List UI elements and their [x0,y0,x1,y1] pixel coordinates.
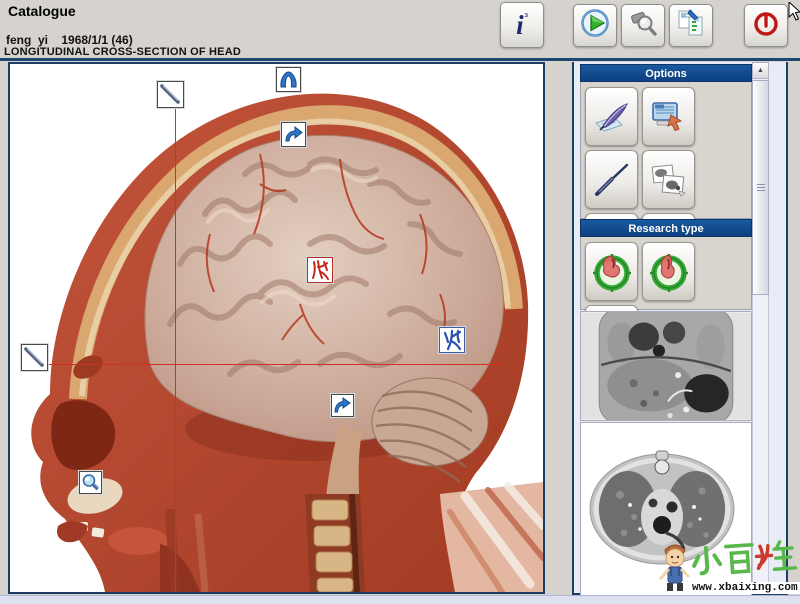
export-button[interactable] [642,87,695,146]
records-button[interactable] [669,4,713,47]
mouse-cursor [788,2,800,22]
monitor-arrow-icon [649,97,689,137]
watermark-url: www.xbaixing.com [690,582,800,594]
notes-button[interactable] [585,87,638,146]
arc-rotate-marker[interactable] [276,67,301,92]
curve-arrow-right-marker[interactable] [281,122,306,147]
options-panel-header: Options [580,64,752,82]
veins-marker[interactable] [439,327,465,353]
scrollbar-up-button[interactable]: ▲ [752,62,769,79]
anatomy-viewer[interactable] [8,62,545,594]
exit-button[interactable] [744,4,788,47]
tools-search-button[interactable] [621,4,665,47]
catalogue-window: Catalogue feng yi 1968/1/1 (46) LONGITUD… [0,0,800,604]
quill-paper-icon [592,97,632,137]
page-title: Catalogue [8,3,76,19]
xiaobaixing-logo-text [693,541,796,575]
right-sidebar: Options [572,62,788,595]
patient-info: feng yi 1968/1/1 (46) [6,33,133,47]
photos-icon [649,160,689,200]
green-target-organ-icon [647,250,691,294]
research-type-2-button[interactable] [642,242,695,301]
arteries-marker[interactable] [307,257,333,283]
header: Catalogue feng yi 1968/1/1 (46) LONGITUD… [0,0,800,58]
scalpel-button[interactable] [585,150,638,209]
scrollbar-thumb[interactable] [752,80,769,295]
scalpel-marker-top[interactable] [157,81,184,108]
power-icon [751,8,781,43]
hammer-magnifier-icon [628,8,658,43]
options-panel [580,82,752,219]
research-type-header: Research type [580,219,752,237]
section-title: LONGITUDINAL CROSS-SECTION OF HEAD [4,46,241,58]
info-button[interactable]: i³ [500,2,544,48]
curve-arrow-up-marker[interactable] [331,394,354,417]
play-button[interactable] [573,4,617,47]
play-icon [580,8,610,43]
scalpel-marker-left[interactable] [21,344,48,371]
magnifier-marker[interactable] [79,471,102,494]
crosshair-vertical [175,108,176,592]
scalpel-icon [592,160,632,200]
watermark: www.xbaixing.com [655,538,800,600]
green-target-organ-icon [590,250,634,294]
info-icon: i³ [516,11,528,39]
research-type-panel [580,237,752,310]
research-type-1-button[interactable] [585,242,638,301]
coronal-torso-thumbnail[interactable] [580,311,752,421]
header-separator [0,58,800,61]
images-button[interactable] [642,150,695,209]
documents-pen-icon [676,8,706,43]
mascot-icon [661,545,688,591]
crosshair-horizontal [48,364,506,365]
